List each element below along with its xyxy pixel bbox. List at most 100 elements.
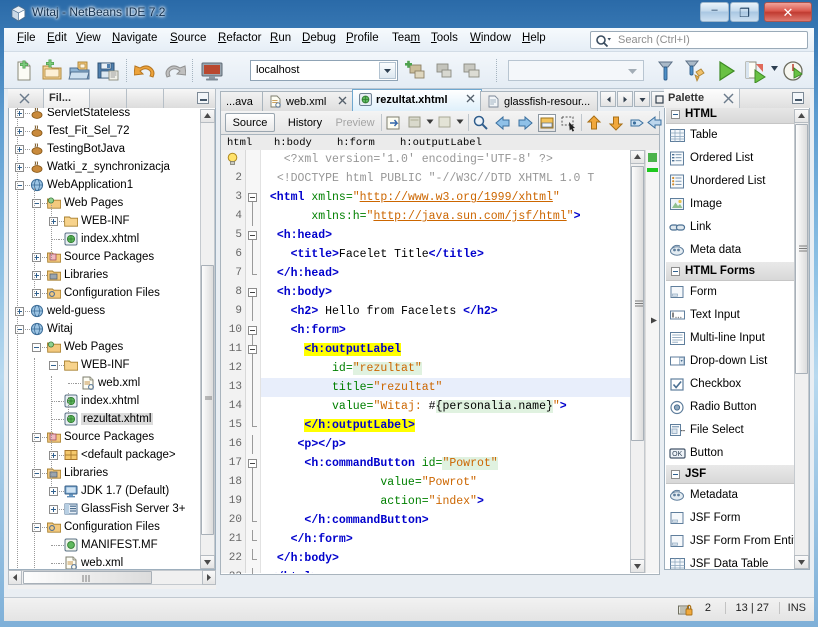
comment-dropdown-icon[interactable] bbox=[426, 119, 434, 125]
tree-item-libraries[interactable]: Libraries bbox=[9, 464, 199, 482]
chevron-down-icon[interactable] bbox=[379, 62, 396, 79]
server-icon[interactable] bbox=[200, 59, 224, 83]
maximize-button[interactable]: ❐ bbox=[730, 2, 759, 22]
tree-item-web-inf[interactable]: WEB-INF bbox=[9, 356, 199, 374]
expand-icon[interactable] bbox=[49, 487, 58, 496]
tree-item-manifest-mf[interactable]: MANIFEST.MF bbox=[9, 536, 199, 554]
code-line-3[interactable]: <html xmlns="http://www.w3.org/1999/xhtm… bbox=[263, 188, 560, 207]
code-editor[interactable]: 234567891011121314151617181920212223 <?x… bbox=[220, 150, 660, 575]
tree-item-index-xhtml[interactable]: index.xhtml bbox=[9, 230, 199, 248]
comment-icon[interactable] bbox=[407, 114, 425, 132]
editor-scroll-thumb[interactable] bbox=[631, 166, 644, 441]
editor-tab-rezultat-xhtml[interactable]: rezultat.xhtml bbox=[352, 89, 482, 111]
palette-item-link[interactable]: Link bbox=[666, 216, 794, 239]
editor-scroll-down-arrow[interactable] bbox=[630, 559, 645, 573]
tree-item-web-inf[interactable]: WEB-INF bbox=[9, 212, 199, 230]
next-bookmark-icon[interactable] bbox=[516, 114, 534, 132]
palette-vscrollbar[interactable] bbox=[794, 109, 809, 569]
last-edit-icon[interactable] bbox=[645, 114, 663, 132]
code-line-18[interactable]: value="Powrot" bbox=[263, 473, 477, 492]
tab-scroll-left[interactable] bbox=[600, 91, 616, 107]
minimize-window-icon[interactable] bbox=[792, 92, 804, 104]
refactor-icon[interactable] bbox=[385, 114, 403, 132]
palette-group-html[interactable]: HTML bbox=[666, 108, 794, 124]
tree-item-weld-guess[interactable]: weld-guess bbox=[9, 302, 199, 320]
open-project-icon[interactable] bbox=[68, 59, 92, 83]
code-line-21[interactable]: </h:form> bbox=[263, 530, 353, 549]
file-tree-hscroll-thumb[interactable] bbox=[23, 571, 152, 584]
menu-help[interactable]: Help bbox=[517, 32, 551, 48]
code-line-20[interactable]: </h:commandButton> bbox=[263, 511, 428, 530]
debug-project-icon[interactable] bbox=[744, 59, 768, 83]
file-tree-hscrollbar[interactable] bbox=[8, 570, 216, 585]
breadcrumb-item-outputlabel[interactable]: h:outputLabel bbox=[400, 137, 482, 149]
code-line-5[interactable]: <h:head> bbox=[263, 226, 332, 245]
palette-item-jsf-data-table[interactable]: JSF Data Table bbox=[666, 553, 794, 569]
close-button[interactable]: ✕ bbox=[764, 2, 812, 22]
close-icon[interactable] bbox=[338, 96, 347, 105]
collapse-icon[interactable] bbox=[671, 110, 680, 119]
minimize-button[interactable]: – bbox=[700, 2, 729, 22]
clean-build-icon[interactable] bbox=[432, 59, 456, 83]
palette-item-table[interactable]: Table bbox=[666, 124, 794, 147]
search-input[interactable]: Search (Ctrl+I) bbox=[590, 31, 808, 49]
code-line-15[interactable]: </h:outputLabel> bbox=[263, 416, 415, 435]
palette-item-jsf-form-from-entity[interactable]: JSF Form From Entity bbox=[666, 530, 802, 553]
editor-tab-glassfish-resour[interactable]: glassfish-resour... bbox=[480, 91, 598, 111]
tree-item-web-xml[interactable]: web.xml bbox=[9, 374, 199, 392]
previous-bookmark-icon[interactable] bbox=[494, 114, 512, 132]
file-tree-scroll-thumb[interactable] bbox=[201, 265, 214, 535]
palette-item-drop-down-list[interactable]: Drop-down List bbox=[666, 350, 794, 373]
tree-item-index-xhtml[interactable]: index.xhtml bbox=[9, 392, 199, 410]
tab-history[interactable]: History bbox=[281, 113, 329, 132]
sidebar-tab-4[interactable] bbox=[127, 89, 164, 108]
menu-debug[interactable]: Debug bbox=[297, 32, 341, 48]
expand-icon[interactable] bbox=[49, 505, 58, 514]
sidebar-tab-3[interactable] bbox=[90, 89, 127, 108]
menu-navigate[interactable]: Navigate bbox=[107, 32, 162, 48]
shift-line-up-icon[interactable] bbox=[585, 114, 603, 132]
scroll-up-arrow[interactable] bbox=[200, 109, 215, 123]
menu-file[interactable]: File bbox=[12, 32, 41, 48]
tree-item-jdk-1-7-default[interactable]: JDK 1.7 (Default) bbox=[9, 482, 199, 500]
new-file-icon[interactable] bbox=[12, 59, 36, 83]
close-icon[interactable] bbox=[723, 93, 734, 104]
menu-window[interactable]: Window bbox=[465, 32, 516, 48]
palette-item-form[interactable]: Form bbox=[666, 281, 794, 304]
server-combo[interactable]: localhost bbox=[250, 60, 398, 81]
tree-item-testingbotjava[interactable]: TestingBotJava bbox=[9, 140, 199, 158]
tree-item-watki-z-synchronizacja[interactable]: Watki_z_synchronizacja bbox=[9, 158, 199, 176]
code-line-6[interactable]: <title>Facelet Title</title> bbox=[263, 245, 484, 264]
code-line-12[interactable]: id="rezultat" bbox=[263, 359, 422, 378]
code-text[interactable]: <?xml version='1.0' encoding='UTF-8' ?> … bbox=[261, 150, 641, 573]
palette-item-unordered-list[interactable]: Unordered List bbox=[666, 170, 794, 193]
tree-item-configuration-files[interactable]: Configuration Files bbox=[9, 284, 199, 302]
redo-icon[interactable] bbox=[162, 59, 186, 83]
code-line-16[interactable]: <p></p> bbox=[263, 435, 346, 454]
tree-item-web-pages[interactable]: Web Pages bbox=[9, 338, 199, 356]
code-line-8[interactable]: <h:body> bbox=[263, 283, 332, 302]
scroll-right-arrow[interactable] bbox=[202, 570, 216, 585]
code-line-22[interactable]: </h:body> bbox=[263, 549, 339, 568]
tab-list-dropdown[interactable] bbox=[634, 91, 650, 107]
code-line-17[interactable]: <h:commandButton id="Powrot" bbox=[263, 454, 498, 473]
scroll-left-arrow[interactable] bbox=[8, 570, 22, 585]
code-line-13[interactable]: title="rezultat" bbox=[261, 378, 641, 397]
palette-group-html-forms[interactable]: HTML Forms bbox=[666, 262, 794, 281]
palette-scroll-thumb[interactable] bbox=[795, 124, 808, 374]
close-icon[interactable] bbox=[466, 94, 475, 103]
fold-collapse-icon[interactable] bbox=[248, 193, 257, 202]
palette-scroll-up-arrow[interactable] bbox=[794, 109, 809, 123]
palette-item-metadata[interactable]: Metadata bbox=[666, 484, 794, 507]
fold-collapse-icon[interactable] bbox=[248, 231, 257, 240]
code-line-10[interactable]: <h:form> bbox=[263, 321, 346, 340]
collapse-icon[interactable] bbox=[671, 470, 680, 479]
palette-list[interactable]: HTML Table Ordered List Unordered List Image… bbox=[664, 108, 810, 570]
palette-item-jsf-form[interactable]: JSF Form bbox=[666, 507, 794, 530]
new-project-icon[interactable] bbox=[40, 59, 64, 83]
editor-scroll-up-arrow[interactable] bbox=[630, 150, 645, 164]
tree-item-configuration-files[interactable]: Configuration Files bbox=[9, 518, 199, 536]
code-line-9[interactable]: <h2> Hello from Facelets </h2> bbox=[263, 302, 498, 321]
uncomment-icon[interactable] bbox=[437, 114, 455, 132]
menu-tools[interactable]: Tools bbox=[426, 32, 463, 48]
